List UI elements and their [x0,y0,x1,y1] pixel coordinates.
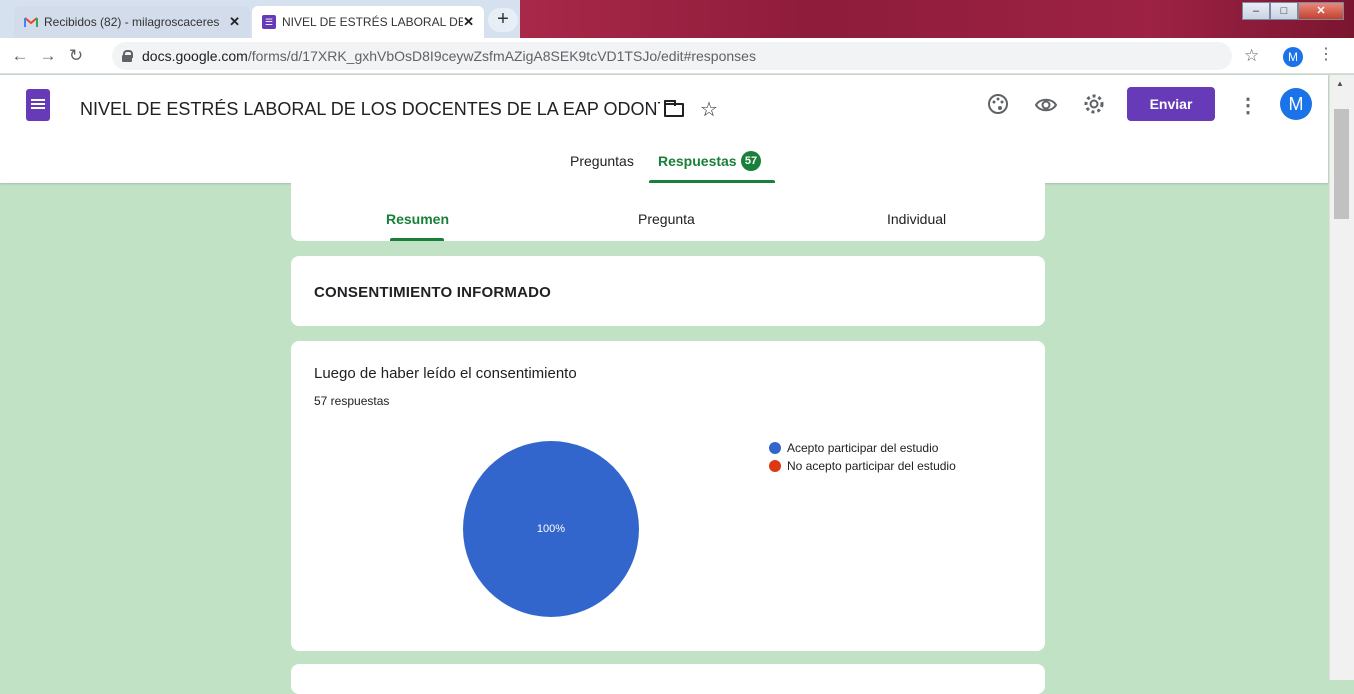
tab-responses[interactable]: Respuestas [658,153,737,169]
pie-slice-label: 100% [536,523,566,535]
next-question-card [291,664,1045,694]
response-count-text: 57 respuestas [314,394,390,408]
tab-question[interactable]: Pregunta [638,211,695,227]
legend-dot-accept [769,442,781,454]
summary-tab-indicator [390,238,444,241]
new-tab-button[interactable]: + [488,8,518,32]
document-title[interactable]: NIVEL DE ESTRÉS LABORAL DE LOS DOCENTES … [80,99,660,120]
tab-individual[interactable]: Individual [887,211,946,227]
page-scrollbar[interactable]: ▲ [1329,75,1354,680]
browser-tab-forms[interactable]: ☰ NIVEL DE ESTRÉS LABORAL DE LO ✕ [252,6,484,38]
scroll-up-arrow-icon[interactable]: ▲ [1336,79,1344,88]
legend-dot-decline [769,460,781,472]
tab-summary[interactable]: Resumen [386,211,449,227]
send-button[interactable]: Enviar [1127,87,1215,121]
gmail-icon [24,16,38,28]
form-tabs: Preguntas Respuestas 57 [0,145,1328,183]
forms-icon: ☰ [262,15,276,29]
legend-label-decline: No acepto participar del estudio [787,459,956,473]
preview-eye-icon[interactable] [1034,93,1058,117]
star-icon[interactable]: ☆ [700,97,718,122]
response-count-badge: 57 [741,151,761,171]
summary-tabs-card: Resumen Pregunta Individual [291,183,1045,241]
window-controls: – □ ✕ [1242,2,1344,20]
palette-icon[interactable] [986,93,1010,117]
scroll-thumb[interactable] [1334,109,1349,219]
more-options-icon[interactable]: ⋮ [1238,93,1258,118]
close-tab-icon[interactable]: ✕ [229,14,240,30]
url-field[interactable]: docs.google.com/forms/d/17XRK_gxhVbOsD8I… [112,42,1232,70]
legend-item-accept[interactable]: Acepto participar del estudio [769,439,956,457]
user-avatar[interactable]: M [1280,88,1312,120]
browser-profile-avatar[interactable]: M [1283,47,1303,67]
chart-legend: Acepto participar del estudio No acepto … [769,439,956,475]
legend-item-decline[interactable]: No acepto participar del estudio [769,457,956,475]
window-close-button[interactable]: ✕ [1298,2,1344,20]
settings-gear-icon[interactable] [1082,93,1106,117]
url-host: docs.google.com [142,48,248,64]
section-card: CONSENTIMIENTO INFORMADO [291,256,1045,326]
legend-label-accept: Acepto participar del estudio [787,441,939,455]
question-summary-card: Luego de haber leído el consentimiento 5… [291,341,1045,651]
reload-icon[interactable]: ↻ [62,46,90,66]
question-title: Luego de haber leído el consentimiento [314,365,577,382]
tab-title: NIVEL DE ESTRÉS LABORAL DE LO [282,15,464,29]
tab-title: Recibidos (82) - milagroscaceres [44,15,220,29]
bookmark-star-icon[interactable]: ☆ [1244,46,1259,66]
minimize-button[interactable]: – [1242,2,1270,20]
pie-chart[interactable]: 100% [463,441,639,617]
tab-questions[interactable]: Preguntas [570,153,634,169]
close-tab-icon[interactable]: ✕ [463,14,474,30]
browser-tab-strip: Recibidos (82) - milagroscaceres ✕ ☰ NIV… [0,0,1354,38]
browser-menu-icon[interactable]: ⋮ [1318,44,1334,64]
address-bar-row: ← → ↻ docs.google.com/forms/d/17XRK_gxhV… [0,38,1354,74]
browser-tab-gmail[interactable]: Recibidos (82) - milagroscaceres ✕ [14,6,250,38]
lock-icon [122,50,133,62]
url-path: /forms/d/17XRK_gxhVbOsD8I9ceywZsfmAZigA8… [247,48,756,64]
forward-arrow-icon[interactable]: → [34,46,62,66]
forms-header: NIVEL DE ESTRÉS LABORAL DE LOS DOCENTES … [0,75,1328,183]
folder-icon[interactable] [664,100,684,117]
back-arrow-icon[interactable]: ← [6,46,34,66]
section-title: CONSENTIMIENTO INFORMADO [314,284,552,301]
forms-logo-icon[interactable] [26,89,50,121]
maximize-button[interactable]: □ [1270,2,1298,20]
